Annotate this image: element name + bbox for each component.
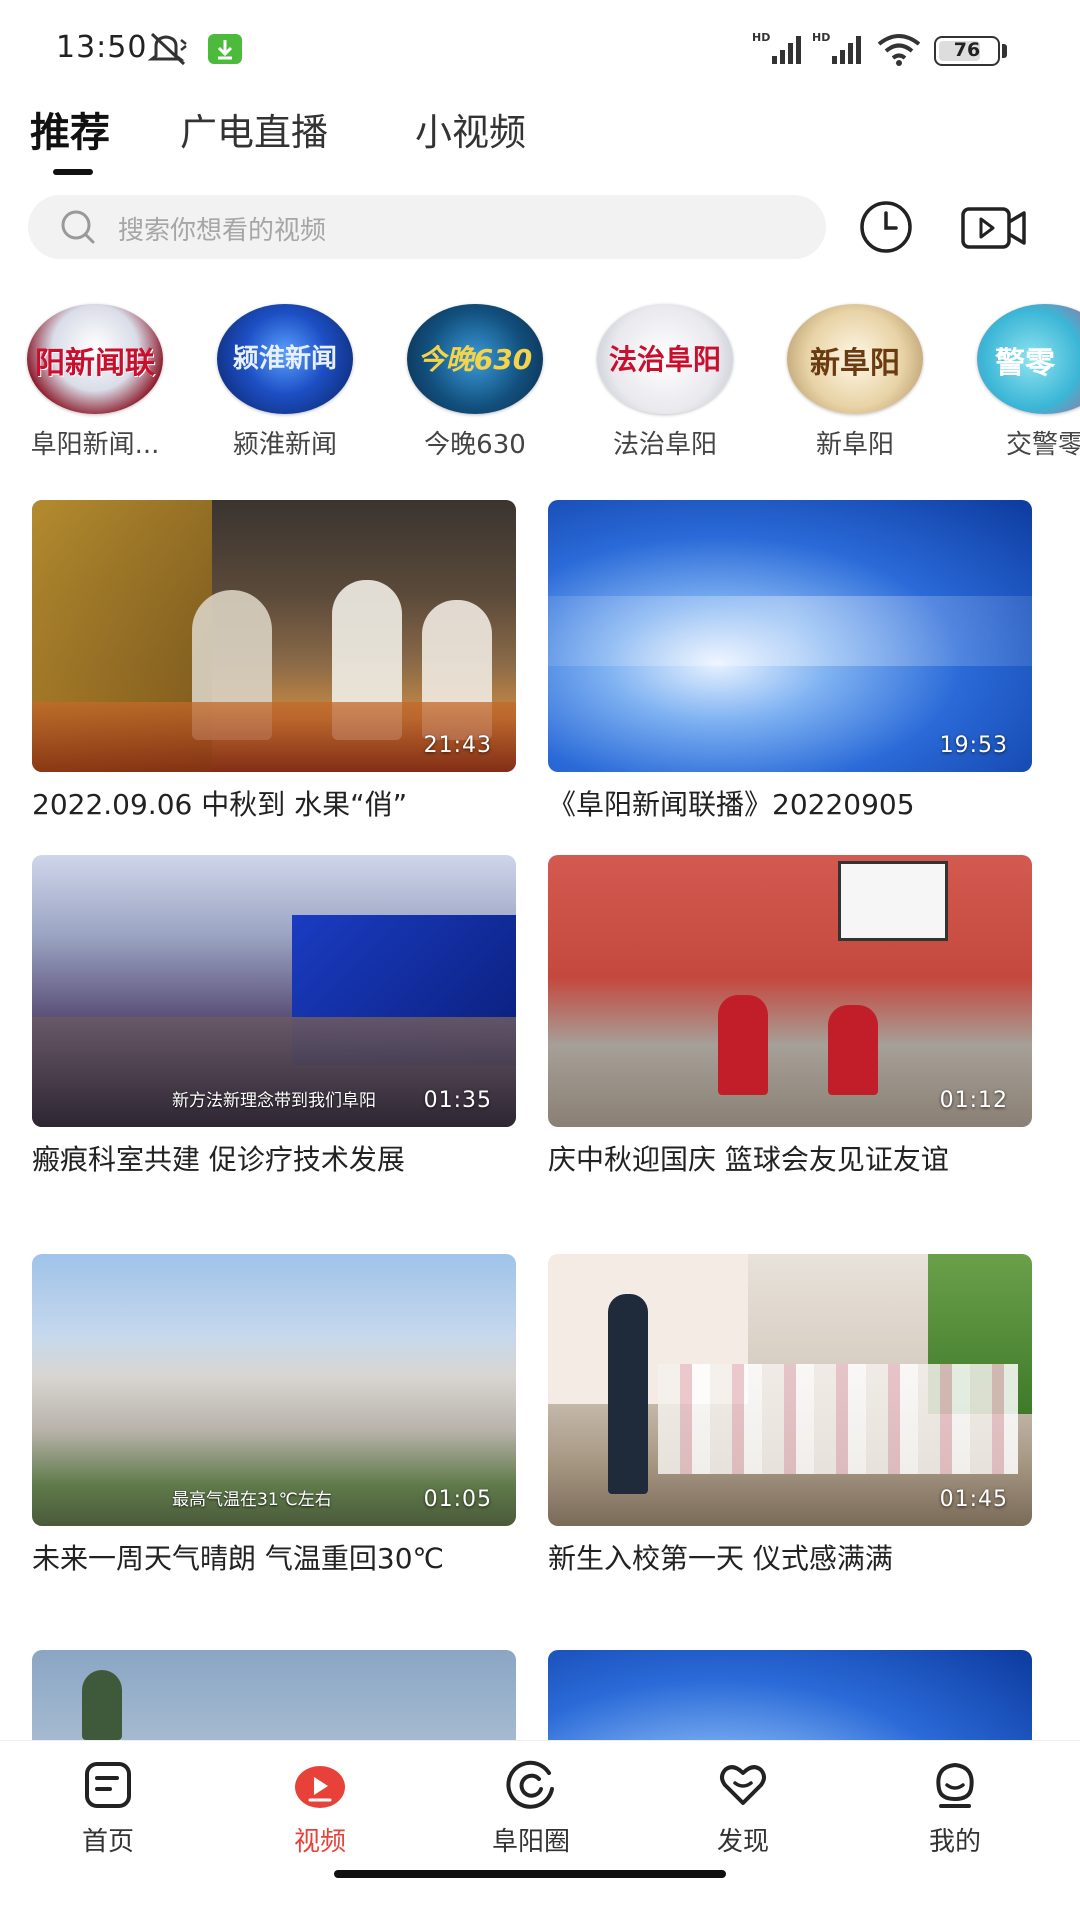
tab-recommend[interactable]: 推荐 (30, 100, 110, 158)
video-thumbnail[interactable]: 21:43 (32, 500, 516, 772)
video-duration: 21:43 (423, 733, 492, 758)
video-title: 2022.09.06 中秋到 水果“俏” (32, 788, 408, 821)
video-card[interactable]: 最高气温在31℃左右 01:05 未来一周天气晴朗 气温重回30℃ (32, 1254, 516, 1580)
channel-label: 交警零 (1005, 430, 1080, 460)
nav-label: 发现 (716, 1827, 769, 1857)
video-thumbnail[interactable]: 新方法新理念带到我们阜阳 01:35 (32, 855, 516, 1127)
video-title: 庆中秋迎国庆 篮球会友见证友谊 (548, 1143, 949, 1176)
video-thumbnail[interactable] (548, 1650, 1032, 1740)
wifi-icon (877, 34, 921, 66)
channel-item[interactable]: 警零 交警零 (960, 300, 1080, 470)
video-icon (295, 1766, 345, 1808)
video-camera-icon[interactable] (960, 203, 1028, 253)
channel-logo: 警零 (977, 304, 1080, 414)
video-duration: 01:12 (939, 1088, 1008, 1113)
status-bar: 13:50 HD HD 76 (0, 0, 1080, 100)
nav-label: 视频 (293, 1827, 346, 1857)
top-tabs: 推荐 广电直播 小视频 (0, 100, 1080, 180)
channel-item[interactable]: 阳新闻联 阜阳新闻... (10, 300, 180, 470)
video-card[interactable] (548, 1650, 1032, 1740)
mute-icon (148, 32, 187, 66)
channel-logo: 法治阜阳 (597, 304, 733, 414)
video-duration: 19:53 (939, 733, 1008, 758)
nav-home[interactable]: 首页 (38, 1759, 178, 1869)
search-icon (61, 210, 95, 244)
status-time: 13:50 (56, 30, 148, 65)
video-card[interactable]: 01:12 庆中秋迎国庆 篮球会友见证友谊 (548, 855, 1032, 1181)
video-caption: 最高气温在31℃左右 (172, 1490, 332, 1510)
svg-text:HD: HD (812, 31, 830, 44)
video-card[interactable]: 19:53 《阜阳新闻联播》20220905 (548, 500, 1032, 826)
video-duration: 01:35 (423, 1088, 492, 1113)
channel-item[interactable]: 今晚630 今晚630 (390, 300, 560, 470)
nav-fuyang-circle[interactable]: 阜阳圈 (461, 1759, 601, 1869)
video-thumbnail[interactable]: 01:45 (548, 1254, 1032, 1526)
video-duration: 01:05 (423, 1487, 492, 1512)
download-icon (208, 34, 242, 64)
channel-item[interactable]: 法治阜阳 法治阜阳 (580, 300, 750, 470)
nav-label: 阜阳圈 (491, 1827, 570, 1857)
video-card[interactable]: 21:43 2022.09.06 中秋到 水果“俏” (32, 500, 516, 826)
channel-item[interactable]: 新阜阳 新阜阳 (770, 300, 940, 470)
signal-icon: HD (812, 31, 861, 64)
video-grid: 21:43 2022.09.06 中秋到 水果“俏” 19:53 《阜阳新闻联播… (0, 500, 1080, 1740)
circle-icon (506, 1760, 554, 1809)
nav-discover[interactable]: 发现 (673, 1759, 813, 1869)
channel-label: 法治阜阳 (612, 430, 717, 460)
profile-icon (936, 1762, 974, 1808)
nav-video[interactable]: 视频 (250, 1759, 390, 1869)
video-card[interactable]: 01:45 新生入校第一天 仪式感满满 (548, 1254, 1032, 1580)
channel-label: 阜阳新闻... (30, 430, 160, 460)
channel-logo: 颍淮新闻 (217, 304, 353, 414)
video-title: 新生入校第一天 仪式感满满 (548, 1542, 893, 1575)
battery-icon: 76 (934, 36, 1000, 66)
search-placeholder: 搜索你想看的视频 (118, 216, 327, 246)
battery-percent: 76 (953, 39, 981, 61)
video-caption: 新方法新理念带到我们阜阳 (172, 1091, 376, 1111)
bottom-nav: 首页 视频 阜阳圈 发现 我的 (0, 1740, 1080, 1920)
nav-label: 我的 (928, 1827, 981, 1857)
nav-label: 首页 (81, 1827, 134, 1857)
tab-short-video[interactable]: 小视频 (415, 102, 526, 156)
tab-broadcast-live[interactable]: 广电直播 (180, 102, 328, 156)
svg-text:HD: HD (752, 31, 770, 44)
video-thumbnail[interactable] (32, 1650, 516, 1740)
signal-icon: HD (752, 31, 801, 64)
channel-label: 今晚630 (424, 430, 526, 460)
nav-profile[interactable]: 我的 (885, 1759, 1025, 1869)
channel-logo: 新阜阳 (787, 304, 923, 414)
video-title: 瘢痕科室共建 促诊疗技术发展 (32, 1143, 405, 1176)
tab-indicator (53, 169, 93, 175)
history-clock-icon[interactable] (858, 199, 914, 255)
home-indicator[interactable] (334, 1870, 726, 1878)
channel-logo: 今晚630 (407, 304, 543, 414)
video-title: 《阜阳新闻联播》20220905 (548, 788, 915, 821)
channel-item[interactable]: 颍淮新闻 颍淮新闻 (200, 300, 370, 470)
search-input[interactable]: 搜索你想看的视频 (28, 195, 826, 259)
discover-icon (720, 1765, 766, 1805)
channel-label: 新阜阳 (815, 430, 894, 460)
channel-label: 颍淮新闻 (232, 430, 337, 460)
video-title: 未来一周天气晴朗 气温重回30℃ (32, 1542, 444, 1575)
channel-list: 阳新闻联 阜阳新闻... 颍淮新闻 颍淮新闻 今晚630 今晚630 法治阜阳 … (0, 300, 1080, 470)
video-thumbnail[interactable]: 19:53 (548, 500, 1032, 772)
video-card[interactable] (32, 1650, 516, 1740)
channel-logo: 阳新闻联 (27, 304, 163, 414)
video-card[interactable]: 新方法新理念带到我们阜阳 01:35 瘢痕科室共建 促诊疗技术发展 (32, 855, 516, 1181)
video-thumbnail[interactable]: 最高气温在31℃左右 01:05 (32, 1254, 516, 1526)
home-icon (85, 1762, 131, 1808)
video-duration: 01:45 (939, 1487, 1008, 1512)
video-thumbnail[interactable]: 01:12 (548, 855, 1032, 1127)
